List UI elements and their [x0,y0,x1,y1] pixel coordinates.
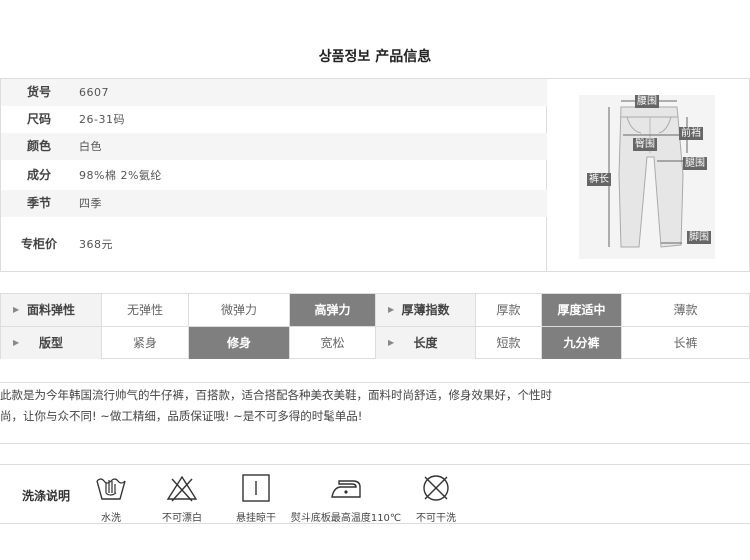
no-bleach-icon [166,475,198,502]
care-instructions: 洗涤说明 水洗 不可漂白 悬挂晾干 熨斗底板最高温度110℃ 不可干洗 [0,464,750,524]
diagram-label-hem: 脚围 [687,231,711,244]
triangle-icon: ▶ [13,305,20,314]
attr-option-ankle-length[interactable]: 九分裤 [542,327,622,359]
spec-row-price: 专柜价 368元 [1,231,547,258]
attr-option-high-stretch[interactable]: 高弹力 [290,294,376,326]
spec-rows: 货号 6607 尺码 26-31码 颜色 白色 成分 98%棉 2%氨纶 季节 … [1,79,547,271]
attribute-table: ▶ 面料弹性 无弹性 微弹力 高弹力 ▶ 厚薄指数 厚款 厚度适中 薄款 ▶ 版… [0,293,750,359]
diagram-label-thigh: 腿围 [683,157,707,170]
attr-option-loose[interactable]: 宽松 [290,327,376,359]
spec-value: 368元 [79,238,113,251]
description-line: 尚，让你与众不同! ~做工精细，品质保证哦! ~是不可多得的时髦单品! [0,409,363,423]
spec-row-season: 季节 四季 [1,190,547,217]
spec-row-color: 颜色 白色 [1,133,547,160]
attr-option-thick[interactable]: 厚款 [476,294,542,326]
attr-option-slim[interactable]: 修身 [189,327,290,359]
spec-label: 尺码 [26,112,51,126]
diagram-label-front-rise: 前裆 [679,127,703,140]
spec-label: 专柜价 [20,237,57,251]
spec-row-item-no: 货号 6607 [1,79,547,106]
spec-label: 颜色 [26,139,51,153]
care-item-hand-wash: 水洗 [92,473,130,524]
diagram-label-hip: 臀围 [633,138,657,151]
care-item-no-dry-clean: 不可干洗 [412,473,460,524]
care-label: 不可漂白 [162,513,202,524]
triangle-icon: ▶ [13,338,20,347]
spec-row-material: 成分 98%棉 2%氨纶 [1,162,547,189]
diagram-label-waist: 腰围 [635,95,659,108]
attr-label-text: 版型 [38,336,63,350]
care-item-hang-dry: 悬挂晾干 [232,473,280,524]
attr-option-no-stretch[interactable]: 无弹性 [102,294,189,326]
triangle-icon: ▶ [388,305,395,314]
care-label: 熨斗底板最高温度110℃ [290,513,402,524]
care-label: 水洗 [101,513,121,524]
attr-label-thickness: ▶ 厚薄指数 [376,294,476,326]
care-item-iron: 熨斗底板最高温度110℃ [290,473,402,524]
spec-value: 6607 [79,86,109,99]
attr-label-elasticity: ▶ 面料弹性 [1,294,102,326]
spec-value: 26-31码 [79,113,125,126]
attr-label-text: 面料弹性 [26,303,75,317]
pants-measurement-diagram: 腰围 前裆 臀围 腿围 裤长 脚围 [579,95,715,259]
spec-row-size: 尺码 26-31码 [1,106,547,133]
attr-label-text: 长度 [413,336,438,350]
care-item-no-bleach: 不可漂白 [158,473,206,524]
spec-value: 98%棉 2%氨纶 [79,169,162,182]
iron-icon [331,480,361,498]
page-title: 상품정보 产品信息 [318,49,432,65]
care-label: 悬挂晾干 [236,513,276,524]
attr-label-length: ▶ 长度 [376,327,476,359]
attr-option-full-length[interactable]: 长裤 [622,327,749,359]
description-line: 此款是为今年韩国流行帅气的牛仔裤，百搭款，适合搭配各种美衣美鞋，面料时尚舒适，修… [0,388,552,402]
attr-label-text: 厚薄指数 [401,303,450,317]
attr-label-fit: ▶ 版型 [1,327,102,359]
no-dry-clean-icon [423,475,449,501]
attr-option-skinny[interactable]: 紧身 [102,327,189,359]
hand-wash-icon [96,478,126,500]
hang-dry-icon [242,474,270,502]
product-description: 此款是为今年韩国流行帅气的牛仔裤，百搭款，适合搭配各种美衣美鞋，面料时尚舒适，修… [0,382,750,444]
spec-value: 白色 [79,140,102,153]
attr-option-medium-thick[interactable]: 厚度适中 [542,294,622,326]
spec-label: 货号 [26,85,51,99]
description-text: 此款是为今年韩国流行帅气的牛仔裤，百搭款，适合搭配各种美衣美鞋，面料时尚舒适，修… [0,385,590,427]
attr-option-short[interactable]: 短款 [476,327,542,359]
triangle-icon: ▶ [388,338,395,347]
care-title: 洗涤说明 [22,489,71,503]
spec-label: 成分 [26,168,51,182]
diagram-label-length: 裤长 [587,173,611,186]
care-label: 不可干洗 [416,513,456,524]
spec-table: 货号 6607 尺码 26-31码 颜色 白色 成分 98%棉 2%氨纶 季节 … [0,78,750,272]
attr-option-slight-stretch[interactable]: 微弹力 [189,294,290,326]
spec-label: 季节 [26,196,51,210]
spec-value: 四季 [79,197,102,210]
attr-option-thin[interactable]: 薄款 [622,294,749,326]
